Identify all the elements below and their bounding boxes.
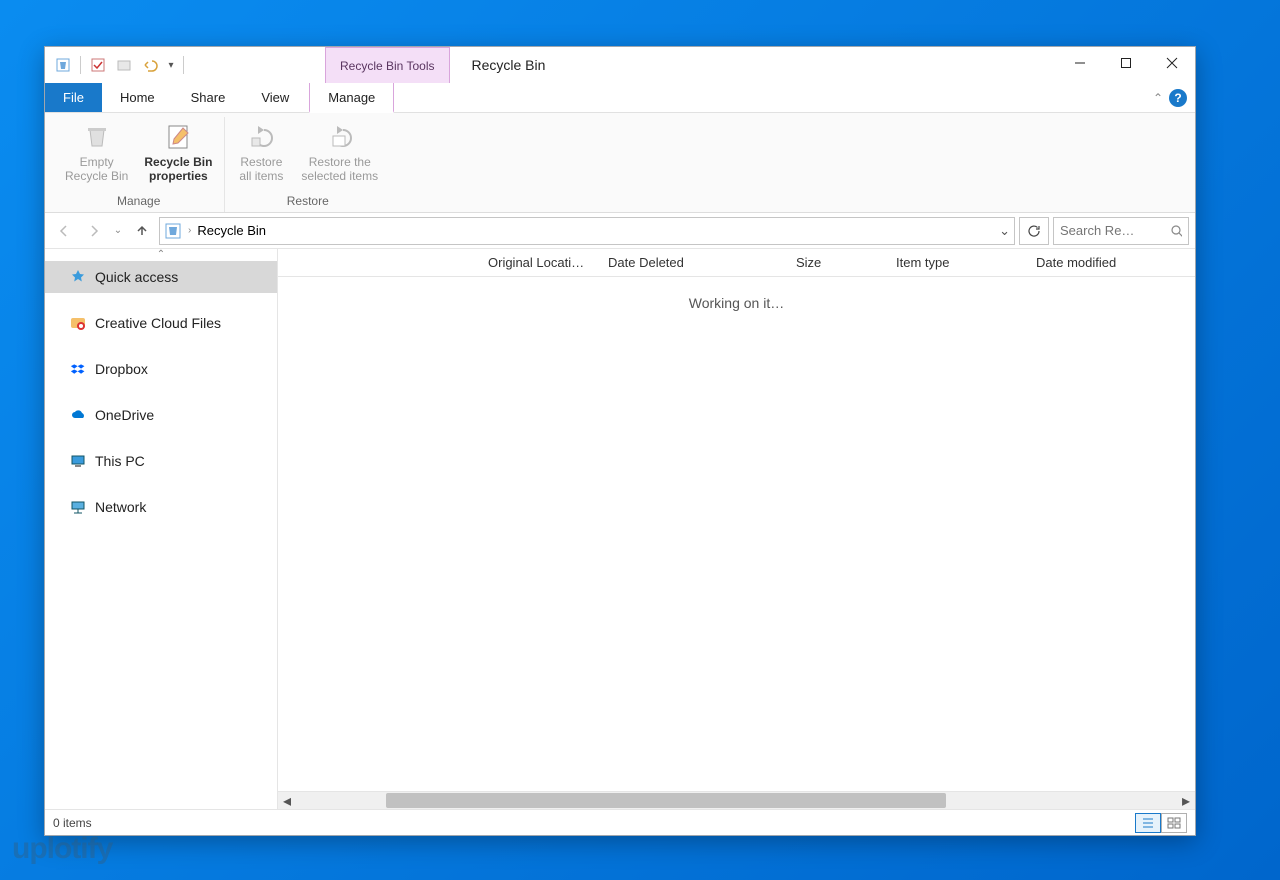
- address-dropdown-icon[interactable]: ⌄: [999, 223, 1010, 239]
- sidebar-item-quick-access[interactable]: Quick access: [45, 261, 277, 293]
- column-header[interactable]: Item type: [886, 249, 1026, 276]
- help-icon[interactable]: ?: [1169, 89, 1187, 107]
- column-header[interactable]: Date modified: [1026, 249, 1166, 276]
- onedrive-icon: [69, 406, 87, 424]
- ribbon-label: Restore all items: [239, 155, 283, 184]
- sidebar-item-this-pc[interactable]: This PC: [45, 445, 277, 477]
- search-box[interactable]: [1053, 217, 1189, 245]
- star-icon: [69, 268, 87, 286]
- status-bar: 0 items: [45, 809, 1195, 835]
- sidebar-item-creative-cloud-files[interactable]: Creative Cloud Files: [45, 307, 277, 339]
- ribbon: Empty Recycle Bin Recycle Bin properties…: [45, 113, 1195, 213]
- quick-access-toolbar: ▾: [45, 47, 193, 83]
- separator: [80, 56, 81, 74]
- sidebar-item-label: Dropbox: [95, 361, 148, 377]
- body: ⌃ Quick access Creative Cloud Files Dropbo…: [45, 249, 1195, 809]
- trash-icon: [81, 121, 113, 153]
- scroll-left-icon[interactable]: ◂: [278, 792, 296, 809]
- dropbox-icon: [69, 360, 87, 378]
- column-header[interactable]: Original Locati…: [478, 249, 598, 276]
- recycle-bin-properties-button[interactable]: Recycle Bin properties: [138, 117, 218, 192]
- properties-icon: [162, 121, 194, 153]
- forward-button[interactable]: [81, 218, 107, 244]
- minimize-button[interactable]: [1057, 47, 1103, 79]
- qat-dropdown-icon[interactable]: ▾: [164, 53, 178, 77]
- ribbon-group-title: Manage: [117, 192, 160, 212]
- ribbon-group-manage: Empty Recycle Bin Recycle Bin properties…: [53, 117, 225, 212]
- pc-icon: [69, 452, 87, 470]
- scroll-right-icon[interactable]: ▸: [1177, 792, 1195, 809]
- sidebar-item-dropbox[interactable]: Dropbox: [45, 353, 277, 385]
- scroll-track[interactable]: [296, 792, 1177, 809]
- up-button[interactable]: [129, 218, 155, 244]
- content-pane: Original Locati…Date DeletedSizeItem typ…: [277, 249, 1195, 809]
- sidebar-item-label: Quick access: [95, 269, 178, 285]
- explorer-window: ▾ Recycle Bin Tools Recycle Bin File Hom…: [44, 46, 1196, 836]
- new-folder-icon[interactable]: [112, 53, 136, 77]
- ribbon-group-restore: Restore all items Restore the selected i…: [225, 117, 390, 212]
- navigation-pane: ⌃ Quick access Creative Cloud Files Dropbo…: [45, 249, 277, 809]
- close-button[interactable]: [1149, 47, 1195, 79]
- sidebar-item-label: Creative Cloud Files: [95, 315, 221, 331]
- window-controls: [1057, 47, 1195, 83]
- ribbon-tabs: File Home Share View Manage ⌃ ?: [45, 83, 1195, 113]
- maximize-button[interactable]: [1103, 47, 1149, 79]
- search-icon: [1170, 224, 1182, 238]
- ribbon-group-title: Restore: [287, 192, 329, 212]
- restore-icon: [324, 121, 356, 153]
- back-button[interactable]: [51, 218, 77, 244]
- view-switcher: [1135, 813, 1187, 833]
- watermark: uplotify: [12, 832, 112, 866]
- tab-view[interactable]: View: [243, 83, 307, 112]
- horizontal-scrollbar[interactable]: ◂ ▸: [278, 791, 1195, 809]
- restore-selected-button[interactable]: Restore the selected items: [295, 117, 384, 192]
- search-input[interactable]: [1060, 223, 1166, 238]
- properties-icon[interactable]: [86, 53, 110, 77]
- item-count: 0 items: [53, 816, 92, 830]
- column-header[interactable]: Size: [786, 249, 886, 276]
- separator: [183, 56, 184, 74]
- titlebar: ▾ Recycle Bin Tools Recycle Bin: [45, 47, 1195, 83]
- recycle-bin-icon: [164, 222, 182, 240]
- contextual-tab-label: Recycle Bin Tools: [325, 47, 450, 83]
- collapse-ribbon-icon[interactable]: ⌃: [1153, 91, 1163, 105]
- thumbnails-view-button[interactable]: [1161, 813, 1187, 833]
- window-title: Recycle Bin: [450, 47, 1058, 83]
- network-icon: [69, 498, 87, 516]
- chevron-right-icon: ›: [188, 225, 191, 236]
- ribbon-label: Recycle Bin properties: [144, 155, 212, 184]
- ribbon-label: Empty Recycle Bin: [65, 155, 128, 184]
- sidebar-item-onedrive[interactable]: OneDrive: [45, 399, 277, 431]
- tab-home[interactable]: Home: [102, 83, 173, 112]
- tab-share[interactable]: Share: [173, 83, 244, 112]
- sidebar-item-label: This PC: [95, 453, 145, 469]
- column-headers: Original Locati…Date DeletedSizeItem typ…: [278, 249, 1195, 277]
- empty-recycle-bin-button[interactable]: Empty Recycle Bin: [59, 117, 134, 192]
- address-location: Recycle Bin: [197, 223, 266, 238]
- recent-dropdown-icon[interactable]: ⌄: [111, 218, 125, 244]
- scroll-thumb[interactable]: [386, 793, 946, 808]
- column-header[interactable]: Date Deleted: [598, 249, 786, 276]
- undo-icon[interactable]: [138, 53, 162, 77]
- refresh-button[interactable]: [1019, 217, 1049, 245]
- address-bar[interactable]: › Recycle Bin ⌄: [159, 217, 1015, 245]
- recycle-bin-icon[interactable]: [51, 53, 75, 77]
- restore-all-button[interactable]: Restore all items: [231, 117, 291, 192]
- restore-icon: [245, 121, 277, 153]
- sidebar-item-label: OneDrive: [95, 407, 154, 423]
- loading-text: Working on it…: [278, 277, 1195, 311]
- tab-file[interactable]: File: [45, 83, 102, 112]
- details-view-button[interactable]: [1135, 813, 1161, 833]
- sidebar-item-network[interactable]: Network: [45, 491, 277, 523]
- tab-manage[interactable]: Manage: [309, 83, 394, 113]
- collapse-caret-icon[interactable]: ⌃: [157, 249, 165, 260]
- sidebar-item-label: Network: [95, 499, 146, 515]
- navigation-row: ⌄ › Recycle Bin ⌄: [45, 213, 1195, 249]
- ribbon-label: Restore the selected items: [301, 155, 378, 184]
- cc-icon: [69, 314, 87, 332]
